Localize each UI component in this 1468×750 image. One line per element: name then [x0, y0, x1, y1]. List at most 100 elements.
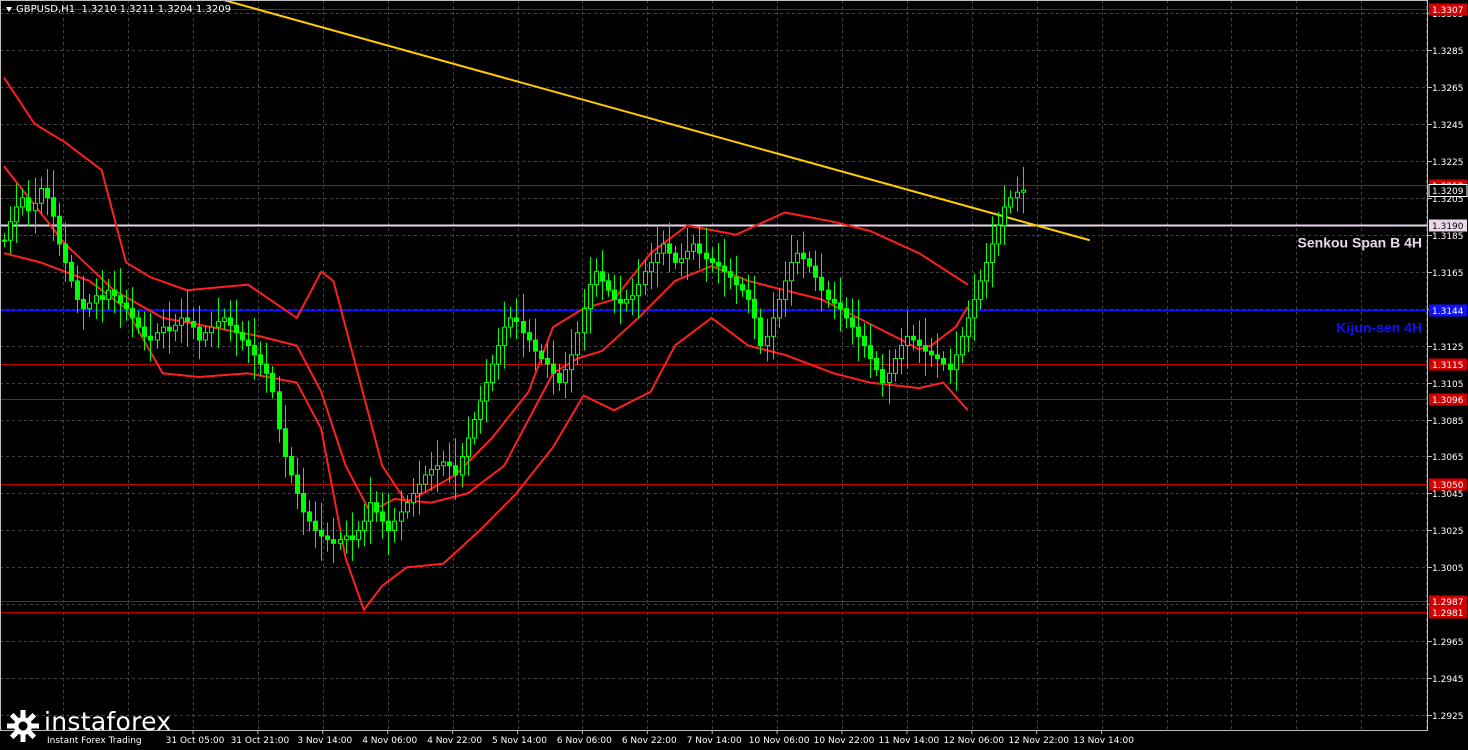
candle-body — [746, 289, 751, 300]
candle-body — [582, 308, 587, 334]
candle-body — [813, 265, 818, 278]
candle-body — [874, 358, 879, 371]
candle-body — [789, 261, 794, 282]
candle-body — [81, 298, 86, 310]
candle-body — [502, 326, 507, 347]
candle-body — [405, 502, 410, 513]
candle-body — [704, 252, 709, 260]
candle-body — [533, 339, 538, 352]
candle-body — [130, 308, 135, 319]
candle-body — [453, 465, 458, 476]
brand-tagline: Instant Forex Trading — [47, 736, 142, 746]
candle-body — [514, 317, 519, 323]
instaforex-watermark: instaforex Instant Forex Trading — [0, 705, 180, 749]
candle-body — [39, 188, 44, 204]
candle-body — [209, 326, 214, 334]
level-price-label: 1.3144 — [1432, 307, 1464, 317]
candle-body — [954, 354, 959, 371]
candle-body — [20, 197, 25, 208]
candle-body — [710, 258, 715, 263]
candle-body — [661, 243, 666, 254]
candle-body — [173, 324, 178, 332]
candle-body — [228, 317, 233, 326]
candle-body — [148, 335, 153, 341]
level-price-label: 1.3115 — [1432, 361, 1464, 371]
candle-body — [240, 332, 245, 341]
time-tick-label: 13 Nov 14:00 — [1073, 736, 1134, 746]
level-price-label: 1.2981 — [1432, 609, 1464, 619]
candle-body — [612, 289, 617, 300]
indicator-line-label: Kijun-sen 4H — [1336, 319, 1422, 335]
candle-body — [258, 354, 263, 365]
candle-body — [527, 332, 532, 341]
candle-body — [777, 298, 782, 319]
candle-body — [929, 350, 934, 356]
price-tick-label: 1.3065 — [1432, 453, 1464, 463]
candle-body — [819, 276, 824, 291]
candle-body — [466, 437, 471, 457]
candle-body — [374, 502, 379, 513]
candle-body — [26, 197, 31, 212]
price-chart[interactable]: 1.33051.32851.32651.32451.32251.32051.31… — [0, 0, 1468, 750]
candle-body — [844, 308, 849, 319]
candle-body — [331, 539, 336, 544]
candle-body — [569, 354, 574, 371]
candle-body — [338, 539, 343, 544]
candle-body — [880, 369, 885, 384]
candle-body — [521, 321, 526, 334]
candle-body — [167, 326, 172, 332]
candle-body — [94, 295, 99, 304]
price-tick-label: 1.2945 — [1432, 675, 1464, 685]
candle-body — [368, 502, 373, 522]
dropdown-triangle-icon[interactable] — [6, 7, 12, 12]
candle-body — [978, 280, 983, 300]
candle-body — [832, 298, 837, 304]
candle-body — [990, 243, 995, 263]
candle-body — [600, 271, 605, 282]
candle-body — [136, 317, 141, 328]
candle-body — [51, 197, 56, 217]
candle-body — [270, 372, 275, 393]
candle-body — [728, 271, 733, 278]
candle-body — [948, 363, 953, 371]
candle-body — [868, 345, 873, 360]
price-tick-label: 1.2965 — [1432, 638, 1464, 648]
price-tick-label: 1.2925 — [1432, 712, 1464, 722]
candle-body — [155, 332, 160, 341]
candle-body — [996, 224, 1001, 245]
candle-body — [234, 324, 239, 334]
time-tick-label: 6 Nov 06:00 — [557, 736, 612, 746]
candle-body — [8, 221, 13, 241]
price-tick-label: 1.3265 — [1432, 84, 1464, 94]
candle-body — [142, 326, 147, 337]
candle-body — [801, 252, 806, 260]
candle-body — [826, 289, 831, 300]
level-price-label: 1.3050 — [1432, 481, 1464, 491]
price-tick-label: 1.3225 — [1432, 158, 1464, 168]
candle-body — [667, 243, 672, 254]
current-price-label: 1.3209 — [1432, 187, 1464, 197]
time-tick-label: 10 Nov 06:00 — [749, 736, 810, 746]
candle-body — [673, 252, 678, 263]
candle-body — [118, 295, 123, 304]
time-tick-label: 5 Nov 14:00 — [492, 736, 547, 746]
candle-body — [496, 345, 501, 365]
candle-body — [722, 265, 727, 273]
candle-body — [197, 326, 202, 341]
candle-body — [630, 295, 635, 300]
candle-body — [179, 317, 184, 326]
candle-body — [807, 258, 812, 267]
candle-body — [588, 284, 593, 310]
price-tick-label: 1.3165 — [1432, 269, 1464, 279]
candle-body — [1002, 206, 1007, 226]
candle-body — [740, 284, 745, 291]
candle-body — [435, 465, 440, 470]
candle-body — [386, 520, 391, 531]
candle-body — [33, 202, 38, 212]
candle-body — [100, 295, 105, 300]
candle-body — [935, 354, 940, 360]
candle-body — [618, 298, 623, 304]
candle-body — [899, 345, 904, 360]
candle-body — [460, 455, 465, 476]
candle-body — [838, 302, 843, 310]
